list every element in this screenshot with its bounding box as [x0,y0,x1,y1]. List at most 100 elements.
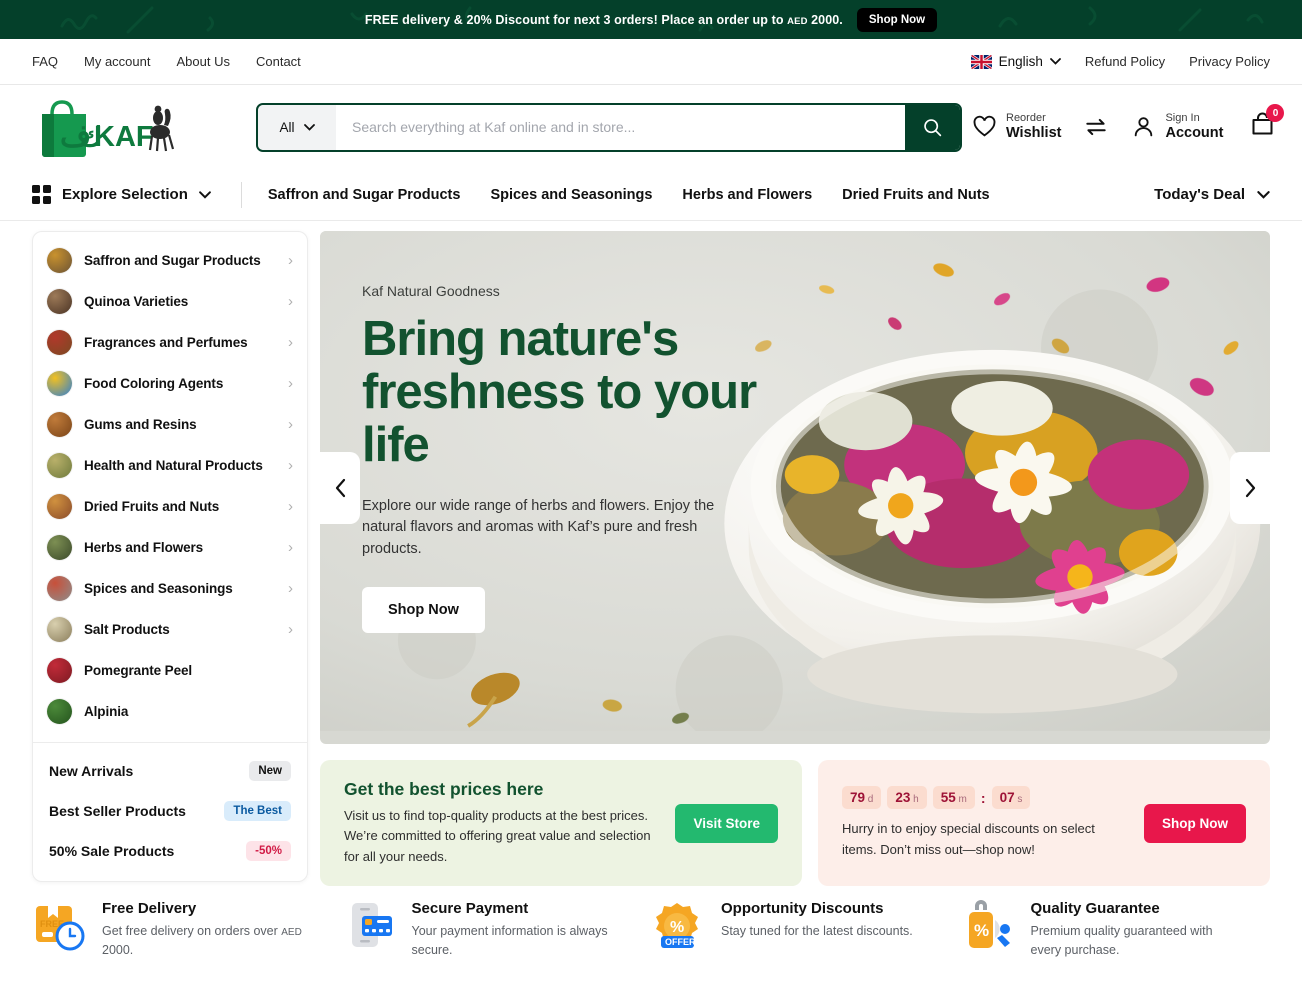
sidebar-category-alpinia[interactable]: Alpinia [33,691,307,732]
feature-title: Opportunity Discounts [721,900,884,917]
feature-title: Free Delivery [102,900,197,917]
nav-link-herbs-and-flowers[interactable]: Herbs and Flowers [682,187,812,203]
compare-action[interactable] [1083,114,1109,140]
chevron-left-icon [335,478,345,497]
category-thumbnail-icon [47,494,72,519]
nav-link-dried-fruits-and-nuts[interactable]: Dried Fruits and Nuts [842,187,989,203]
site-logo[interactable]: ف ك KAF [32,96,184,158]
feature-text: Stay tuned for the latest discounts. [721,924,913,938]
nav-link-spices-and-seasonings[interactable]: Spices and Seasonings [490,187,652,203]
category-thumbnail-icon [47,412,72,437]
chevron-right-icon: › [288,293,293,310]
sidebar-category-herbs-and-flowers[interactable]: Herbs and Flowers › [33,527,307,568]
sidebar-category-label: Saffron and Sugar Products [84,253,261,268]
util-link-my-account[interactable]: My account [84,54,150,69]
category-sidebar: Saffron and Sugar Products › Quinoa Variet… [32,231,308,882]
explore-selection-button[interactable]: Explore Selection [32,185,211,204]
feature-title: Quality Guarantee [1030,900,1160,917]
countdown-unit-h: 23 h [887,786,927,810]
sidebar-promo-label: New Arrivals [49,763,134,779]
promo-shop-now-button[interactable]: Shop Now [856,7,938,32]
sidebar-category-label: Gums and Resins [84,417,197,432]
sidebar-category-label: Quinoa Varieties [84,294,189,309]
chevron-right-icon: › [288,539,293,556]
deal-promo-text: Hurry in to enjoy special discounts on s… [842,821,1095,857]
search-input[interactable] [336,104,905,150]
main-nav: Explore Selection Saffron and Sugar Prod… [0,169,1302,221]
countdown-unit-label: d [865,794,874,806]
promo-banner: FREE delivery & 20% Discount for next 3 … [0,0,1302,39]
util-link-about-us[interactable]: About Us [177,54,230,69]
cart-count-badge: 0 [1266,104,1285,122]
hero-prev-button[interactable] [320,451,360,524]
wishlist-action[interactable]: Reorder Wishlist [972,112,1061,142]
sidebar-category-gums-and-resins[interactable]: Gums and Resins › [33,404,307,445]
sidebar-category-saffron-and-sugar-products[interactable]: Saffron and Sugar Products › [33,240,307,281]
wishlist-bottom-label: Wishlist [1006,124,1062,141]
visit-store-button[interactable]: Visit Store [675,803,778,843]
sidebar-category-pomegrante-peel[interactable]: Pomegrante Peel [33,650,307,691]
sidebar-category-food-coloring-agents[interactable]: Food Coloring Agents › [33,363,307,404]
sidebar-category-quinoa-varieties[interactable]: Quinoa Varieties › [33,281,307,322]
chevron-right-icon: › [288,621,293,638]
util-link-contact[interactable]: Contact [256,54,301,69]
sidebar-promo-badge: -50% [246,841,291,861]
feature-text: Get free delivery on orders over AED 200… [102,924,302,957]
explore-selection-label: Explore Selection [62,186,188,203]
search-category-value: All [279,119,295,135]
util-link-faq[interactable]: FAQ [32,54,58,69]
sidebar-promo-50-sale-products[interactable]: 50% Sale Products -50% [33,831,307,871]
hero-shop-now-button[interactable]: Shop Now [362,586,485,633]
sidebar-promo-new-arrivals[interactable]: New Arrivals New [33,751,307,791]
feature-secure-payment-text: Secure Payment Your payment information … [412,900,627,960]
search-category-select[interactable]: All [258,104,336,150]
sidebar-promo-best-seller-products[interactable]: Best Seller Products The Best [33,791,307,831]
chevron-right-icon: › [288,580,293,597]
feature-free-delivery: FREE Free Delivery Get free delivery on … [32,900,342,960]
sidebar-promo-label: Best Seller Products [49,803,186,819]
user-icon [1135,117,1153,137]
grid-icon [32,185,51,204]
hero-content: Kaf Natural Goodness Bring nature's fres… [362,283,762,633]
deal-promo-card: 79 d 23 h 55 m:07 s Hurry in to enjoy spec… [818,760,1270,886]
feature-free-delivery-text: Free Delivery Get free delivery on order… [102,900,317,960]
sidebar-category-health-and-natural-products[interactable]: Health and Natural Products › [33,445,307,486]
store-promo-text: Visit us to find top-quality products at… [344,808,651,864]
deal-shop-now-button[interactable]: Shop Now [1144,803,1246,843]
sidebar-category-fragrances-and-perfumes[interactable]: Fragrances and Perfumes › [33,322,307,363]
countdown-value: 55 [940,790,956,806]
chevron-right-icon: › [288,416,293,433]
store-promo-card: Get the best prices here Visit us to fin… [320,760,802,886]
sidebar-category-dried-fruits-and-nuts[interactable]: Dried Fruits and Nuts › [33,486,307,527]
main-column: Kaf Natural Goodness Bring nature's fres… [320,231,1270,886]
countdown-unit-label: m [955,794,967,806]
sidebar-promo-label: 50% Sale Products [49,843,175,859]
util-link-privacy-policy[interactable]: Privacy Policy [1189,54,1270,69]
util-link-refund-policy[interactable]: Refund Policy [1085,54,1165,69]
feature-opportunity-discounts-text: Opportunity Discounts Stay tuned for the… [721,900,913,941]
cart-button[interactable]: 0 [1249,104,1285,143]
page-content: Saffron and Sugar Products › Quinoa Variet… [0,221,1302,886]
language-selector[interactable]: English [970,54,1061,69]
feature-quality-guarantee-text: Quality Guarantee Premium quality guaran… [1031,900,1246,960]
sidebar-category-label: Health and Natural Products [84,458,263,473]
account-action[interactable]: Sign In Account [1131,112,1223,142]
hero-next-button[interactable] [1230,451,1270,524]
nav-link-saffron-and-sugar-products[interactable]: Saffron and Sugar Products [268,187,461,203]
compare-icon [1086,118,1107,136]
countdown-unit-s: 07 s [991,786,1031,810]
category-thumbnail-icon [47,535,72,560]
todays-deal-button[interactable]: Today's Deal [1154,186,1270,203]
chevron-down-icon [303,123,315,131]
account-text: Sign In Account [1165,112,1223,142]
sidebar-category-label: Salt Products [84,622,170,637]
sidebar-category-salt-products[interactable]: Salt Products › [33,609,307,650]
heart-icon [973,116,996,137]
sidebar-category-spices-and-seasonings[interactable]: Spices and Seasonings › [33,568,307,609]
quality-tag-icon: % [961,900,1017,952]
promo-banner-text: FREE delivery & 20% Discount for next 3 … [364,12,843,27]
nav-divider [240,181,242,208]
countdown-value: 23 [895,790,911,806]
search-submit-button[interactable] [905,104,960,150]
store-promo-text-group: Get the best prices here Visit us to fin… [344,779,661,866]
